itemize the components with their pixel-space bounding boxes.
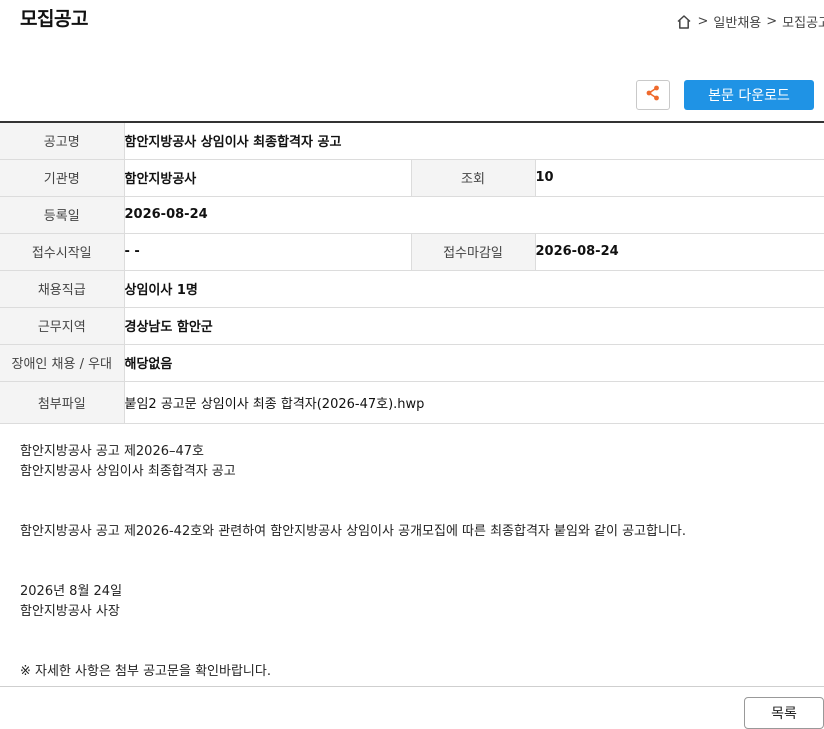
- disability-value: 해당없음: [124, 344, 824, 381]
- notice-info-table: 공고명 함안지방공사 상임이사 최종합격자 공고 기관명 함안지방공사 조회 1…: [0, 121, 824, 424]
- breadcrumb-separator: >: [766, 14, 777, 29]
- table-row: 공고명 함안지방공사 상임이사 최종합격자 공고: [0, 122, 824, 159]
- table-row: 장애인 채용 / 우대 해당없음: [0, 344, 824, 381]
- breadcrumb: > 일반채용 > 모집공고: [675, 12, 824, 31]
- region-value: 경상남도 함안군: [124, 307, 824, 344]
- body-notice-number: 함안지방공사 공고 제2026–47호: [20, 440, 204, 459]
- reg-date-value: 2026-08-24: [124, 196, 824, 233]
- position-label: 채용직급: [0, 270, 124, 307]
- table-row: 채용직급 상임이사 1명: [0, 270, 824, 307]
- views-value: 10: [535, 159, 824, 196]
- attachment-label: 첨부파일: [0, 381, 124, 423]
- views-label: 조회: [411, 159, 535, 196]
- home-icon[interactable]: [675, 13, 693, 31]
- region-label: 근무지역: [0, 307, 124, 344]
- body-date: 2026년 8월 24일: [20, 580, 122, 599]
- start-date-value: - -: [124, 233, 411, 270]
- table-row: 첨부파일 붙임2 공고문 상임이사 최종 합격자(2026-47호).hwp: [0, 381, 824, 423]
- attachment-link[interactable]: 붙임2 공고문 상임이사 최종 합격자(2026-47호).hwp: [124, 381, 824, 423]
- title-value: 함안지방공사 상임이사 최종합격자 공고: [124, 122, 824, 159]
- position-value: 상임이사 1명: [124, 270, 824, 307]
- agency-label: 기관명: [0, 159, 124, 196]
- body-note: ※ 자세한 사항은 첨부 공고문을 확인바랍니다.: [20, 660, 271, 679]
- agency-value: 함안지방공사: [124, 159, 411, 196]
- breadcrumb-item-current[interactable]: 모집공고: [782, 12, 824, 31]
- end-date-value: 2026-08-24: [535, 233, 824, 270]
- table-row: 기관명 함안지방공사 조회 10: [0, 159, 824, 196]
- body-notice-title: 함안지방공사 상임이사 최종합격자 공고: [20, 460, 236, 479]
- breadcrumb-item-general[interactable]: 일반채용: [713, 12, 761, 31]
- table-row: 접수시작일 - - 접수마감일 2026-08-24: [0, 233, 824, 270]
- start-date-label: 접수시작일: [0, 233, 124, 270]
- table-row: 등록일 2026-08-24: [0, 196, 824, 233]
- disability-label: 장애인 채용 / 우대: [0, 344, 124, 381]
- share-button[interactable]: [636, 80, 670, 110]
- download-button[interactable]: 본문 다운로드: [684, 80, 814, 110]
- table-row: 근무지역 경상남도 함안군: [0, 307, 824, 344]
- title-label: 공고명: [0, 122, 124, 159]
- list-button[interactable]: 목록: [744, 697, 824, 729]
- page-title: 모집공고: [20, 4, 88, 31]
- body-notice-content: 함안지방공사 공고 제2026-42호와 관련하여 함안지방공사 상임이사 공개…: [20, 520, 686, 539]
- share-icon: [644, 84, 662, 106]
- end-date-label: 접수마감일: [411, 233, 535, 270]
- body-signer: 함안지방공사 사장: [20, 600, 120, 619]
- divider: [0, 686, 824, 687]
- breadcrumb-separator: >: [698, 14, 709, 29]
- reg-date-label: 등록일: [0, 196, 124, 233]
